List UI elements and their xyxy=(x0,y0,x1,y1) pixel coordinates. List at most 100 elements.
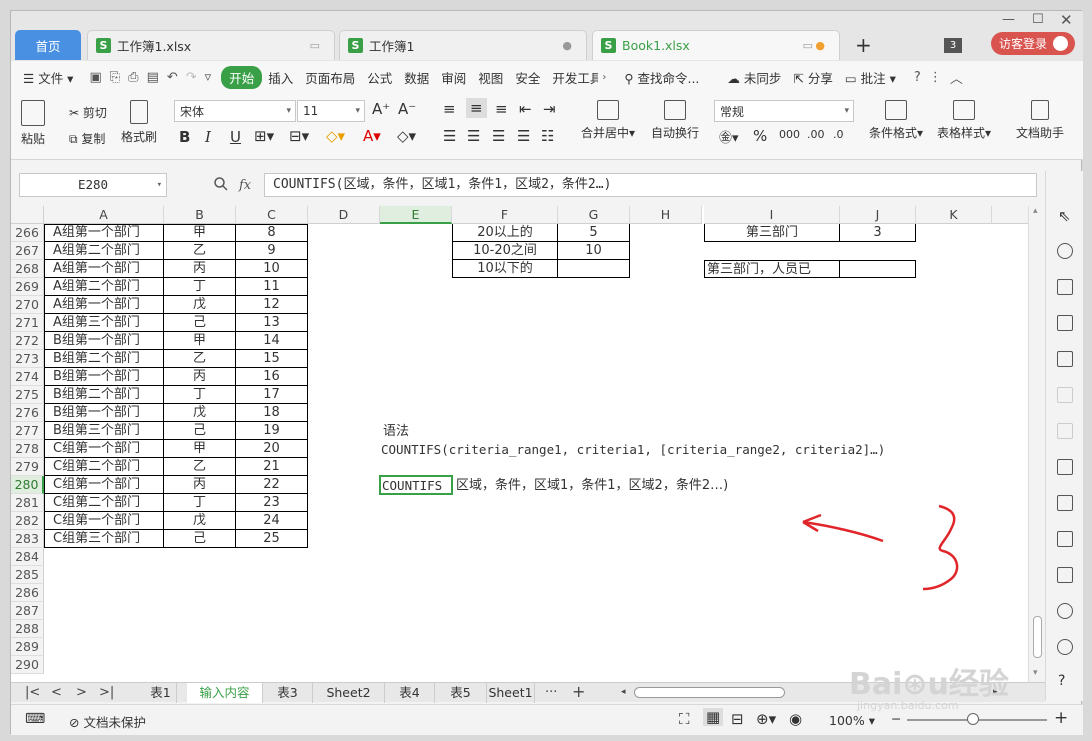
cell-department[interactable]: C组第二个部门 xyxy=(44,494,164,512)
first-sheet-icon[interactable]: |< xyxy=(25,683,40,702)
protect-status[interactable]: ⊘ 文档未保护 xyxy=(69,712,146,731)
close-icon[interactable]: ✕ xyxy=(1060,11,1073,29)
format-painter-button[interactable]: 格式刷 xyxy=(121,100,157,145)
column-header-d[interactable]: D xyxy=(308,206,380,224)
row-header[interactable]: 285 xyxy=(11,566,44,584)
cell-person[interactable]: 戊 xyxy=(164,404,236,422)
select-all-corner[interactable] xyxy=(11,206,44,224)
help-circle-icon[interactable]: ? xyxy=(1058,673,1065,689)
cell-value[interactable]: 21 xyxy=(236,458,308,476)
sheet-tab[interactable]: Sheet2 xyxy=(313,683,385,703)
percent-icon[interactable]: % xyxy=(753,127,767,145)
tab-book1-xlsx[interactable]: S Book1.xlsx ▭ ● xyxy=(592,30,840,60)
row-header[interactable]: 266 xyxy=(11,224,44,242)
cell-value[interactable]: 8 xyxy=(236,224,308,242)
cell-department[interactable]: C组第二个部门 xyxy=(44,458,164,476)
cell-range-label[interactable]: 10以下的 xyxy=(452,260,558,278)
cell-value[interactable]: 10 xyxy=(236,260,308,278)
cell-value[interactable]: 16 xyxy=(236,368,308,386)
align-bottom-icon[interactable]: ≡ xyxy=(495,100,508,118)
menu-view[interactable]: 视图 xyxy=(472,68,509,87)
column-header-e[interactable]: E xyxy=(380,206,452,224)
comment-button[interactable]: ▭ 批注 ▾ xyxy=(839,68,902,87)
filter-icon[interactable] xyxy=(1057,387,1073,403)
horizontal-scroll-thumb[interactable] xyxy=(634,687,785,698)
hscroll-left-icon[interactable]: ◂ xyxy=(621,683,626,702)
add-sheet-icon[interactable]: + xyxy=(572,683,585,700)
syntax-line[interactable]: COUNTIFS(criteria_range1, criteria1, [cr… xyxy=(381,441,885,458)
maximize-icon[interactable]: ☐ xyxy=(1032,12,1044,27)
help-icon[interactable]: ? xyxy=(910,70,925,85)
font-size-select[interactable]: 11 xyxy=(297,100,365,122)
column-header-k[interactable]: K xyxy=(916,206,992,224)
cell-person[interactable]: 乙 xyxy=(164,350,236,368)
thousands-icon[interactable]: 000 xyxy=(779,128,800,141)
cell-department[interactable]: A组第二个部门 xyxy=(44,278,164,296)
menu-security[interactable]: 安全 xyxy=(509,68,546,87)
cell-department[interactable]: C组第一个部门 xyxy=(44,476,164,494)
cut-button[interactable]: ✂ 剪切 xyxy=(69,104,107,121)
row-header[interactable]: 288 xyxy=(11,620,44,638)
column-header-i[interactable]: I xyxy=(704,206,840,224)
row-header[interactable]: 270 xyxy=(11,296,44,314)
tab-workbook1[interactable]: S 工作簿1 ● xyxy=(339,30,587,60)
justify-icon[interactable]: ☰ xyxy=(517,127,530,145)
column-header-b[interactable]: B xyxy=(164,206,236,224)
doc-helper-button[interactable]: 文档助手 xyxy=(1016,100,1064,141)
sheet-tab[interactable]: Sheet1 xyxy=(487,683,535,703)
menu-page-layout[interactable]: 页面布局 xyxy=(299,68,361,87)
decrease-decimal-icon[interactable]: .0 xyxy=(833,128,844,141)
merge-center-button[interactable]: 合并居中▾ xyxy=(581,100,635,141)
shapes-icon[interactable] xyxy=(1057,243,1073,259)
indent-decrease-icon[interactable]: ⇤ xyxy=(519,100,532,118)
grid-icon[interactable] xyxy=(1057,315,1073,331)
align-center-icon[interactable]: ☰ xyxy=(467,127,480,145)
indent-increase-icon[interactable]: ⇥ xyxy=(543,100,556,118)
cell-department[interactable]: A组第一个部门 xyxy=(44,224,164,242)
zoom-level[interactable]: 100% ▾ xyxy=(829,713,875,728)
cell-value[interactable]: 14 xyxy=(236,332,308,350)
column-header-a[interactable]: A xyxy=(44,206,164,224)
prev-sheet-icon[interactable]: < xyxy=(51,683,62,702)
font-name-select[interactable]: 宋体 xyxy=(174,100,296,122)
row-header[interactable]: 268 xyxy=(11,260,44,278)
row-header[interactable]: 278 xyxy=(11,440,44,458)
increase-decimal-icon[interactable]: .00 xyxy=(807,128,825,141)
cell-third-dept[interactable]: 第三部门 xyxy=(704,224,840,242)
cell-department[interactable]: B组第一个部门 xyxy=(44,368,164,386)
row-header[interactable]: 280 xyxy=(11,476,44,494)
paste-button[interactable]: 粘贴 xyxy=(21,100,45,147)
undo-icon[interactable]: ↶ xyxy=(163,70,182,85)
redo-icon[interactable]: ↷ xyxy=(182,70,201,85)
cell-person[interactable]: 己 xyxy=(164,314,236,332)
column-header-f[interactable]: F xyxy=(452,206,558,224)
monitor-icon[interactable]: ▭ xyxy=(803,39,813,52)
cell-department[interactable]: B组第二个部门 xyxy=(44,350,164,368)
cell-person[interactable]: 甲 xyxy=(164,440,236,458)
cell-person[interactable]: 丙 xyxy=(164,368,236,386)
more-menus-chevron-icon[interactable]: › xyxy=(598,72,610,83)
cell-department[interactable]: B组第二个部门 xyxy=(44,386,164,404)
cell-value[interactable]: 11 xyxy=(236,278,308,296)
font-color-icon[interactable]: A▾ xyxy=(363,127,381,145)
column-header-c[interactable]: C xyxy=(236,206,308,224)
cell-value[interactable]: 17 xyxy=(236,386,308,404)
tab-home[interactable]: 首页 xyxy=(15,30,81,60)
cell-person[interactable]: 戊 xyxy=(164,296,236,314)
distribute-icon[interactable]: ☷ xyxy=(541,127,554,145)
archive-icon[interactable] xyxy=(1057,531,1073,547)
more-icon[interactable]: ⋮ xyxy=(925,70,946,85)
menu-start[interactable]: 开始 xyxy=(221,66,263,89)
italic-icon[interactable]: I xyxy=(205,128,211,146)
share-button[interactable]: ⇱ 分享 xyxy=(787,68,838,87)
cell-value[interactable]: 24 xyxy=(236,512,308,530)
row-header[interactable]: 271 xyxy=(11,314,44,332)
row-header[interactable]: 286 xyxy=(11,584,44,602)
cell-department[interactable]: A组第三个部门 xyxy=(44,314,164,332)
cell-third-dept-staff-value[interactable] xyxy=(840,260,916,278)
scroll-up-icon[interactable]: ▴ xyxy=(1033,206,1038,216)
sync-status[interactable]: ☁ 未同步 xyxy=(721,68,787,87)
cell-person[interactable]: 丁 xyxy=(164,278,236,296)
cell-third-dept-staff[interactable]: 第三部门，人员已 xyxy=(704,260,840,278)
row-header[interactable]: 284 xyxy=(11,548,44,566)
